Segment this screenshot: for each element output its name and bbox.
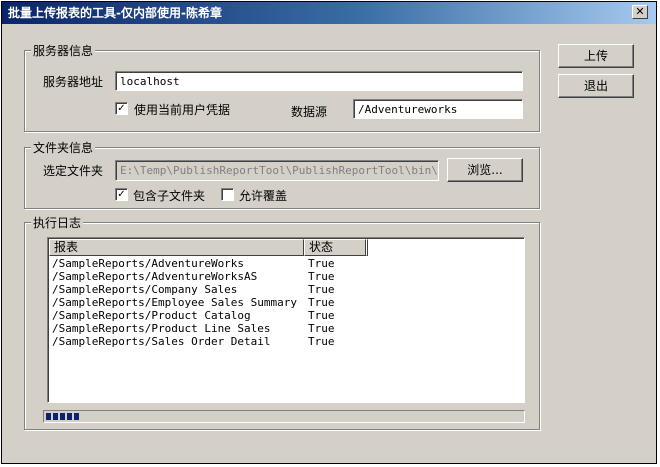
column-header-report[interactable]: 报表 [49,239,304,256]
table-row[interactable]: /SampleReports/Product Line Sales True [52,322,368,335]
report-list-view[interactable]: 报表 状态 /SampleReports/AdventureWorks True … [47,237,525,403]
progress-block [60,413,65,420]
report-status: True [308,309,335,322]
report-status: True [308,335,335,348]
include-subfolders-checkbox[interactable]: ✓ [115,188,128,201]
use-credentials-label: 使用当前用户凭据 [134,103,231,117]
column-header-spacer [366,239,368,256]
title-bar[interactable]: 批量上传报表的工具-仅内部使用-陈希章 ✕ [2,2,656,24]
close-icon: ✕ [635,5,645,18]
include-subfolders-label: 包含子文件夹 [133,189,206,203]
close-button[interactable]: ✕ [632,5,648,19]
report-status: True [308,270,335,283]
table-row[interactable]: /SampleReports/Company Sales True [52,283,368,296]
exit-button[interactable]: 退出 [558,74,634,98]
server-info-legend: 服务器信息 [31,42,96,59]
report-path: /SampleReports/Product Line Sales [52,322,271,335]
server-info-group: 服务器信息 服务器地址 localhost ✓ 使用当前用户凭据 数据源 /Ad… [24,42,540,132]
datasource-label: 数据源 [291,105,328,119]
report-path: /SampleReports/Company Sales [52,283,238,296]
progress-block [74,413,79,420]
progress-block [46,413,51,420]
report-path: /SampleReports/Sales Order Detail [52,335,271,348]
use-credentials-checkbox[interactable]: ✓ [115,102,128,115]
folder-label: 选定文件夹 [43,164,104,178]
list-header: 报表 状态 [49,239,368,256]
server-address-label: 服务器地址 [43,75,104,89]
report-path: /SampleReports/Product Catalog [52,309,251,322]
table-row[interactable]: /SampleReports/Sales Order Detail True [52,335,368,348]
table-row[interactable]: /SampleReports/AdventureWorks True [52,257,368,270]
report-status: True [308,283,335,296]
table-row[interactable]: /SampleReports/Product Catalog True [52,309,368,322]
checkmark-icon: ✓ [117,189,126,200]
upload-button[interactable]: 上传 [558,44,634,68]
execution-log-legend: 执行日志 [31,214,84,231]
table-row[interactable]: /SampleReports/Employee Sales Summary Tru… [52,296,368,309]
column-header-status[interactable]: 状态 [304,239,366,256]
allow-overwrite-label: 允许覆盖 [239,189,288,203]
window-title: 批量上传报表的工具-仅内部使用-陈希章 [8,6,222,20]
checkmark-icon: ✓ [117,103,126,114]
report-status: True [308,296,335,309]
report-path: /SampleReports/AdventureWorksAS [52,270,258,283]
execution-log-group: 执行日志 报表 状态 /SampleReports/AdventureWorks… [24,214,540,430]
main-window: 批量上传报表的工具-仅内部使用-陈希章 ✕ 服务器信息 服务器地址 localh… [1,1,657,464]
server-address-input[interactable]: localhost [115,71,523,91]
upload-progress-bar [43,410,525,423]
progress-block [67,413,72,420]
folder-path-input[interactable]: E:\Temp\PublishReportTool\PublishReportT… [115,160,439,181]
report-path: /SampleReports/AdventureWorks [52,257,245,270]
folder-info-legend: 文件夹信息 [31,139,96,156]
progress-block [53,413,58,420]
datasource-input[interactable]: /Adventureworks [353,99,523,119]
table-row[interactable]: /SampleReports/AdventureWorksAS True [52,270,368,283]
report-status: True [308,322,335,335]
browse-button[interactable]: 浏览... [447,158,523,182]
allow-overwrite-checkbox[interactable] [221,188,234,201]
report-path: /SampleReports/Employee Sales Summary [52,296,298,309]
folder-info-group: 文件夹信息 选定文件夹 E:\Temp\PublishReportTool\Pu… [24,139,540,209]
report-status: True [308,257,335,270]
